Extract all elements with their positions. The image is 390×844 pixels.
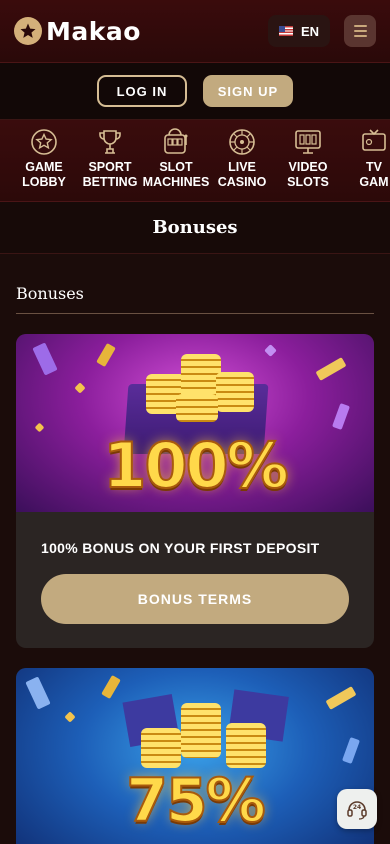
bonus-card: 75% <box>16 668 374 844</box>
nav-label: VIDEO SLOTS <box>287 160 329 189</box>
confetti <box>25 676 51 710</box>
menu-line <box>353 30 367 32</box>
bonus-card: 100% 100% BONUS ON YOUR FIRST DEPOSIT BO… <box>16 334 374 648</box>
logo-star-icon <box>14 17 42 45</box>
language-label: EN <box>300 23 320 39</box>
confetti <box>74 382 86 394</box>
hamburger-menu-button[interactable] <box>344 15 376 47</box>
page-title: Bonuses <box>152 217 238 238</box>
menu-line <box>353 35 367 37</box>
slot-machine-icon <box>164 128 188 154</box>
coin-pile <box>136 698 276 773</box>
confetti <box>96 342 116 368</box>
bonus-banner-text: 75% <box>125 765 267 837</box>
nav-label: SPORT BETTING <box>82 160 138 189</box>
nav-item-live-casino[interactable]: LIVE CASINO <box>209 128 275 190</box>
confetti <box>101 674 121 700</box>
confetti <box>264 344 277 357</box>
support-badge: 24 <box>353 804 361 811</box>
headset-24-icon: 24 <box>347 801 367 820</box>
confetti <box>64 711 76 723</box>
live-support-button[interactable]: 24 <box>337 789 377 829</box>
nav-item-tv-games[interactable]: TV GAM <box>341 128 390 190</box>
auth-bar: LOG IN SIGN UP <box>0 63 390 120</box>
login-button[interactable]: LOG IN <box>97 75 187 107</box>
confetti <box>342 737 360 764</box>
nav-label: TV GAM <box>359 160 389 189</box>
logo[interactable]: Makao <box>14 17 141 46</box>
nav-label: SLOT MACHINES <box>142 160 210 189</box>
confetti <box>325 686 357 710</box>
nav-item-slot-machines[interactable]: SLOT MACHINES <box>143 128 209 190</box>
us-flag-icon <box>278 26 293 36</box>
top-header: Makao EN <box>0 0 390 63</box>
language-selector[interactable]: EN <box>268 15 330 47</box>
coin-pile <box>136 354 256 424</box>
logo-text: Makao <box>46 16 141 46</box>
nav-item-video-slots[interactable]: VIDEO SLOTS <box>275 128 341 190</box>
bonus-terms-button[interactable]: BONUS TERMS <box>41 574 349 624</box>
star-badge-icon <box>31 129 57 155</box>
nav-item-sport-betting[interactable]: SPORT BETTING <box>77 128 143 190</box>
tv-games-icon <box>362 129 386 151</box>
bonus-banner-image: 100% <box>16 334 374 512</box>
confetti <box>32 342 58 376</box>
category-nav: GAME LOBBY SPORT BETTING SLOT MACHINES L… <box>0 120 390 202</box>
nav-label: GAME LOBBY <box>22 160 66 189</box>
nav-item-game-lobby[interactable]: GAME LOBBY <box>11 128 77 190</box>
confetti <box>332 403 350 430</box>
trophy-icon <box>99 130 121 154</box>
section-title: Bonuses <box>16 284 374 314</box>
confetti <box>315 357 347 381</box>
signup-button[interactable]: SIGN UP <box>203 75 293 107</box>
page-title-bar: Bonuses <box>0 202 390 254</box>
bonus-description: 100% BONUS ON YOUR FIRST DEPOSIT <box>41 540 320 556</box>
nav-label: LIVE CASINO <box>217 160 267 189</box>
roulette-icon <box>229 129 255 155</box>
menu-line <box>353 25 367 27</box>
video-slot-icon <box>295 130 321 154</box>
bonus-banner-text: 100% <box>102 428 290 503</box>
bonus-banner-image: 75% <box>16 668 374 844</box>
